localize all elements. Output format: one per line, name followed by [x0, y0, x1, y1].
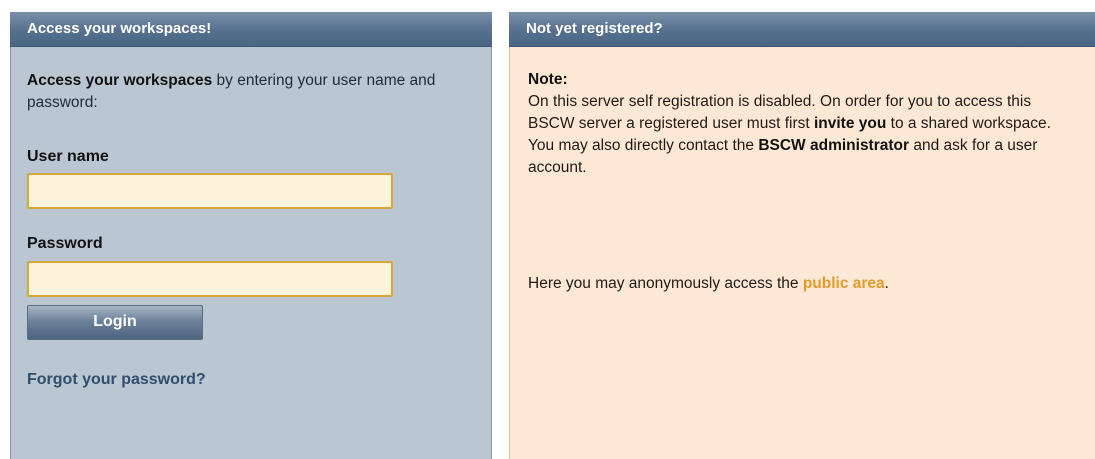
- login-panel-header: Access your workspaces!: [10, 12, 492, 47]
- public-area-link[interactable]: public area: [803, 275, 885, 292]
- login-intro-text: Access your workspaces by entering your …: [27, 70, 477, 114]
- public-area-line: Here you may anonymously access the publ…: [528, 273, 889, 295]
- username-input[interactable]: [27, 173, 393, 209]
- login-panel: Access your workspaces! Access your work…: [10, 12, 492, 459]
- username-label: User name: [27, 148, 109, 165]
- public-prefix-text: Here you may anonymously access the: [528, 275, 803, 292]
- password-input[interactable]: [27, 261, 393, 297]
- bscw-administrator-link[interactable]: BSCW administrator: [758, 137, 909, 154]
- registration-panel-header: Not yet registered?: [509, 12, 1095, 47]
- login-intro-bold: Access your workspaces: [27, 72, 213, 89]
- login-button[interactable]: Login: [27, 305, 203, 340]
- forgot-password-link[interactable]: Forgot your password?: [27, 371, 206, 389]
- registration-panel: Not yet registered? Note: On this server …: [509, 12, 1095, 459]
- registration-note: Note: On this server self registration is…: [528, 69, 1068, 179]
- invite-you-text: invite you: [813, 115, 887, 132]
- public-suffix-text: .: [884, 275, 889, 292]
- password-label: Password: [27, 235, 103, 252]
- note-title: Note:: [528, 71, 568, 88]
